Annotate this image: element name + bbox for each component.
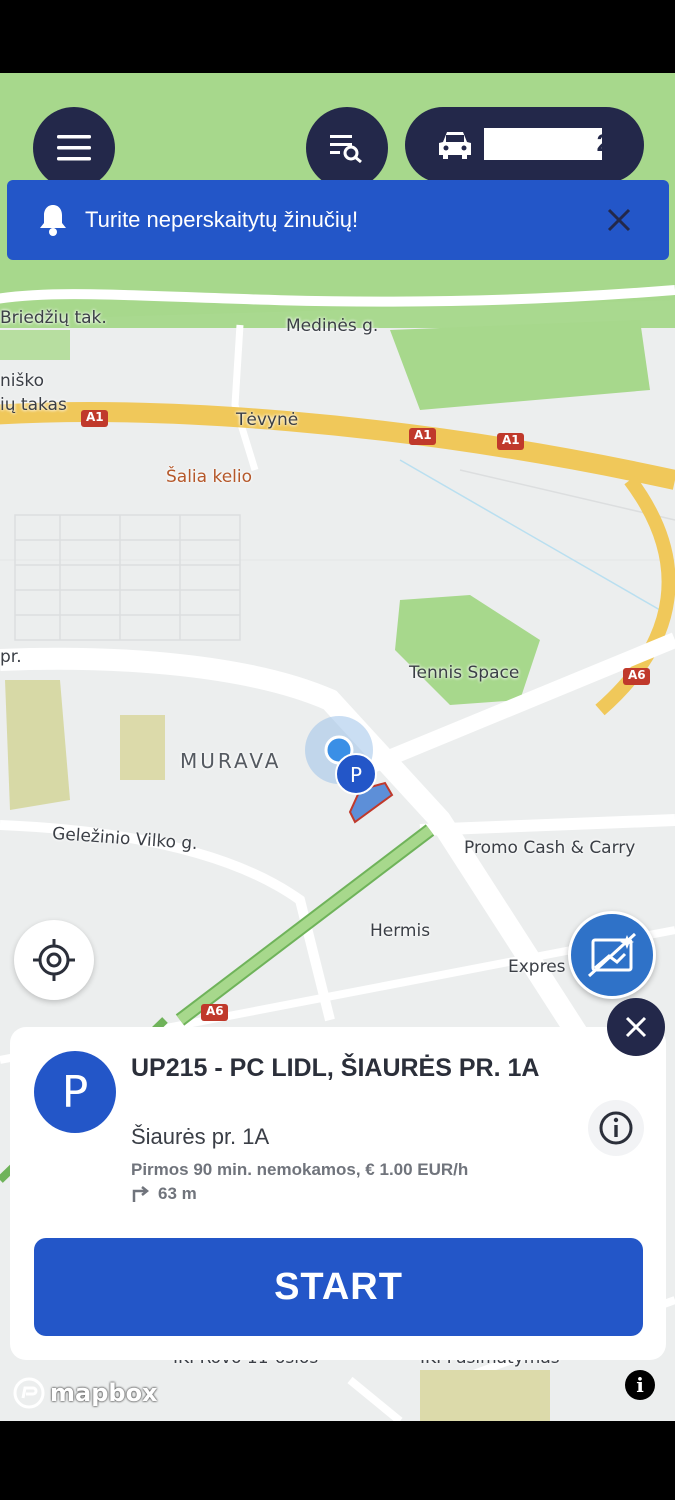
mapbox-icon [13,1377,45,1409]
attribution-info-button[interactable]: i [625,1370,655,1400]
poi-label: Hermis [370,921,431,941]
vehicle-plate: 2 [596,130,610,157]
poi-label: Expres [508,957,566,977]
district-label: MURAVA [180,749,282,773]
locate-me-button[interactable] [14,920,94,1000]
poi-label: Šalia kelio [166,467,253,487]
info-button[interactable] [588,1100,644,1156]
parking-marker-label: P [350,763,362,787]
map-label: pr. [0,647,22,667]
crosshair-icon [33,939,75,981]
navigation-bar [0,1421,675,1500]
menu-button[interactable] [33,107,115,189]
road-shield-label: A6 [628,668,646,682]
parking-price: Pirmos 90 min. nemokamos, € 1.00 EUR/h [131,1160,469,1179]
map-label: Briedžių tak. [0,308,107,328]
poi-label: Tennis Space [409,663,520,683]
close-card-button[interactable] [607,998,665,1056]
status-bar [0,0,675,73]
list-search-icon [330,135,362,163]
hamburger-icon [57,135,91,161]
notification-banner[interactable]: Turite neperskaitytų žinučių! [7,180,669,260]
ar-camera-icon [587,932,637,978]
parking-address: Šiaurės pr. 1A [131,1124,270,1149]
bell-icon [40,205,66,236]
road-shield-label: A6 [206,1004,224,1018]
tennis-park [395,595,540,705]
turn-right-icon [132,1186,150,1202]
map-label: niško [0,371,44,391]
poi-label: Promo Cash & Carry [464,838,636,858]
road-shield-label: A1 [414,428,432,442]
ar-view-button[interactable] [568,911,656,999]
mapbox-wordmark: mapbox [50,1379,158,1407]
search-list-button[interactable] [306,107,388,189]
map-label: ių takas [0,395,67,415]
info-icon [599,1111,633,1145]
car-icon [439,132,471,159]
parking-title: UP215 - PC LIDL, ŠIAURĖS PR. 1A [131,1054,540,1082]
notification-text: Turite neperskaitytų žinučių! [85,207,359,232]
map-label: Medinės g. [286,316,379,336]
parking-badge: P [34,1051,116,1133]
close-icon[interactable] [607,208,631,232]
road-shield-label: A1 [86,410,104,424]
parking-distance: 63 m [158,1184,197,1203]
poi-label: Tėvynė [236,410,299,430]
mapbox-logo[interactable]: mapbox [12,1376,158,1410]
start-button[interactable]: START [34,1238,643,1336]
road-shield-label: A1 [502,433,520,447]
close-icon [625,1016,647,1038]
